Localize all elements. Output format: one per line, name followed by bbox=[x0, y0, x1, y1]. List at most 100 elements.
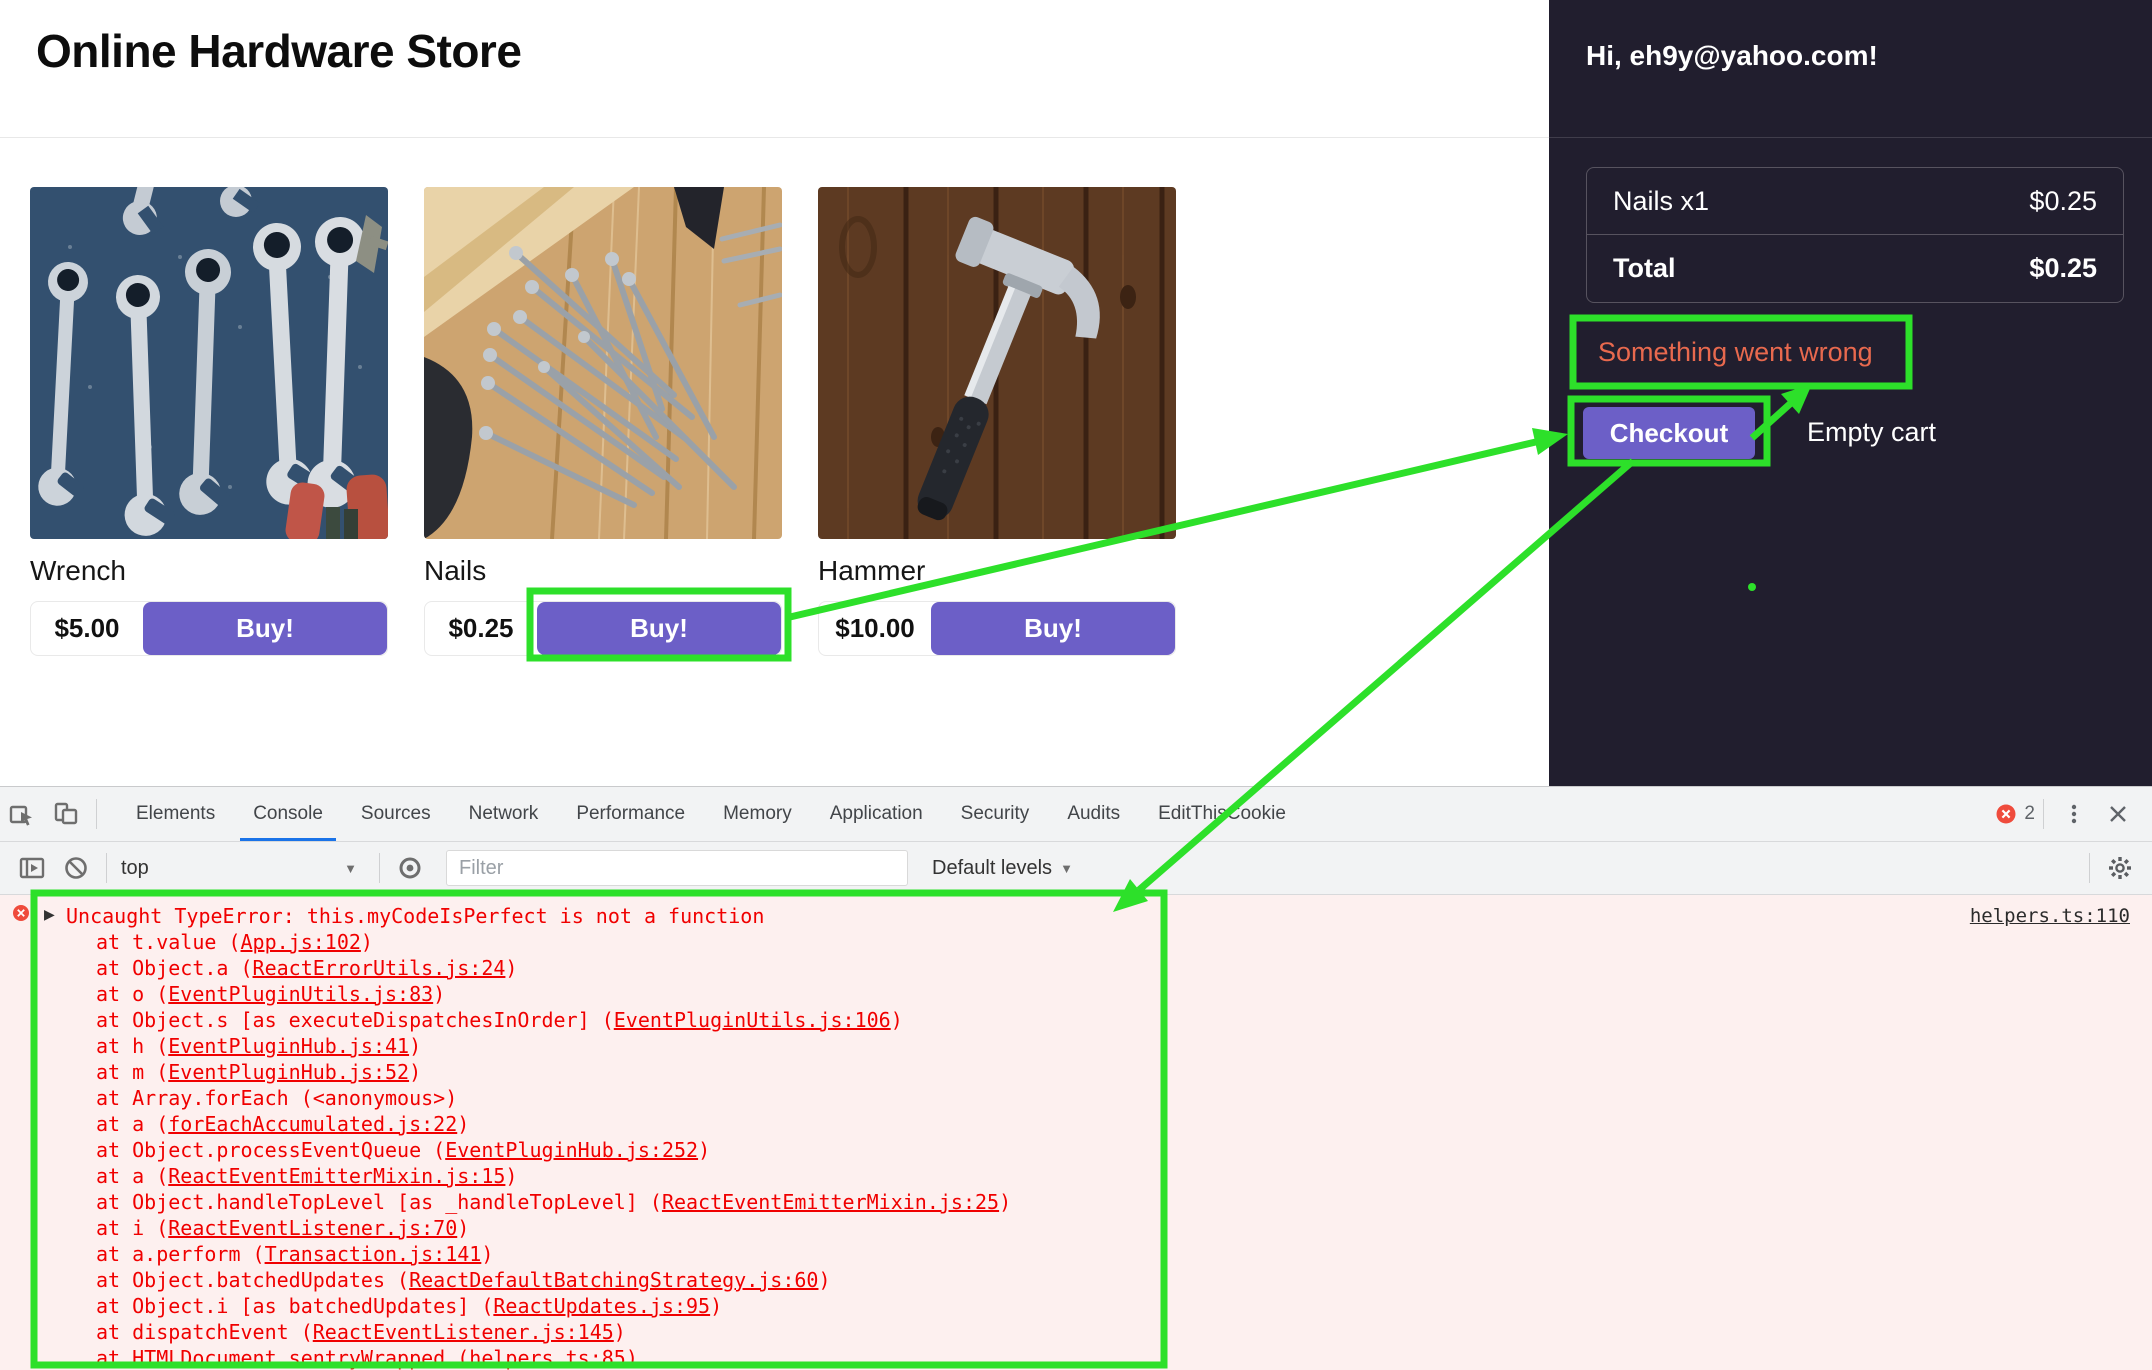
console-output: ▶ Uncaught TypeError: this.myCodeIsPerfe… bbox=[0, 895, 2152, 1370]
divider bbox=[379, 853, 380, 883]
tab-elements[interactable]: Elements bbox=[117, 787, 234, 841]
stack-frame: at a.perform (Transaction.js:141) bbox=[0, 1241, 2152, 1267]
execution-context-selector[interactable]: top ▼ bbox=[121, 857, 371, 880]
product-card-nails: Nails $0.25 Buy! bbox=[424, 187, 782, 656]
stack-frame: at a (forEachAccumulated.js:22) bbox=[0, 1111, 2152, 1137]
product-card-hammer: Hammer $10.00 Buy! bbox=[818, 187, 1176, 656]
error-message-text: Uncaught TypeError: this.myCodeIsPerfect… bbox=[66, 904, 764, 928]
divider bbox=[2089, 853, 2090, 883]
empty-cart-button[interactable]: Empty cart bbox=[1807, 417, 1936, 448]
checkout-button[interactable]: Checkout bbox=[1583, 407, 1755, 459]
buy-row: $5.00 Buy! bbox=[30, 601, 388, 656]
source-link[interactable]: EventPluginHub.js:252 bbox=[445, 1138, 698, 1162]
source-link[interactable]: ReactDefaultBatchingStrategy.js:60 bbox=[409, 1268, 818, 1292]
stack-frame: at Object.a (ReactErrorUtils.js:24) bbox=[0, 955, 2152, 981]
tab-audits[interactable]: Audits bbox=[1048, 787, 1139, 841]
log-levels-label: Default levels bbox=[932, 857, 1052, 880]
source-link[interactable]: EventPluginUtils.js:83 bbox=[168, 982, 433, 1006]
cart-error-message: Something went wrong bbox=[1598, 337, 1873, 368]
buy-button-nails[interactable]: Buy! bbox=[537, 602, 781, 655]
buy-button-wrench[interactable]: Buy! bbox=[143, 602, 387, 655]
error-icon bbox=[1995, 803, 2017, 825]
stack-frame: at i (ReactEventListener.js:70) bbox=[0, 1215, 2152, 1241]
product-price: $5.00 bbox=[31, 602, 143, 655]
log-levels-dropdown[interactable]: Default levels ▼ bbox=[932, 857, 1073, 880]
product-name: Nails bbox=[424, 555, 782, 587]
product-name: Hammer bbox=[818, 555, 1176, 587]
stack-frame: at Object.handleTopLevel [as _handleTopL… bbox=[0, 1189, 2152, 1215]
source-link[interactable]: helpers.ts:85 bbox=[469, 1346, 626, 1370]
console-toolbar: top ▼ Default levels ▼ bbox=[0, 842, 2152, 895]
tab-sources[interactable]: Sources bbox=[342, 787, 450, 841]
devtools-menu-icon[interactable] bbox=[2052, 792, 2096, 836]
tab-memory[interactable]: Memory bbox=[704, 787, 811, 841]
stack-frame: at dispatchEvent (ReactEventListener.js:… bbox=[0, 1319, 2152, 1345]
screen: Online Hardware Store bbox=[0, 0, 2152, 1370]
source-link[interactable]: EventPluginUtils.js:106 bbox=[614, 1008, 891, 1032]
tab-performance[interactable]: Performance bbox=[557, 787, 704, 841]
product-price: $0.25 bbox=[425, 602, 537, 655]
console-sidebar-icon[interactable] bbox=[10, 846, 54, 890]
source-link[interactable]: ReactEventEmitterMixin.js:15 bbox=[168, 1164, 505, 1188]
devtools-tabbar: ElementsConsoleSourcesNetworkPerformance… bbox=[0, 787, 2152, 842]
error-count: 2 bbox=[2024, 803, 2035, 825]
product-price: $10.00 bbox=[819, 602, 931, 655]
tab-console[interactable]: Console bbox=[234, 787, 342, 841]
stack-frame: at Object.batchedUpdates (ReactDefaultBa… bbox=[0, 1267, 2152, 1293]
tab-network[interactable]: Network bbox=[450, 787, 558, 841]
error-source-link[interactable]: helpers.ts:110 bbox=[1970, 903, 2130, 929]
cart-panel: Hi, eh9y@yahoo.com! Nails x1 $0.25 Total… bbox=[1549, 0, 2152, 786]
tab-security[interactable]: Security bbox=[942, 787, 1049, 841]
page-title: Online Hardware Store bbox=[36, 24, 521, 78]
divider bbox=[106, 853, 107, 883]
stack-frame: at HTMLDocument.sentryWrapped (helpers.t… bbox=[0, 1345, 2152, 1370]
tab-editthiscookie[interactable]: EditThisCookie bbox=[1139, 787, 1305, 841]
error-icon bbox=[12, 904, 30, 922]
stack-frame: at Object.s [as executeDispatchesInOrder… bbox=[0, 1007, 2152, 1033]
stack-frame: at Object.processEventQueue (EventPlugin… bbox=[0, 1137, 2152, 1163]
source-link[interactable]: ReactEventListener.js:70 bbox=[168, 1216, 457, 1240]
cart-table: Nails x1 $0.25 Total $0.25 bbox=[1586, 167, 2124, 303]
devtools-tabs: ElementsConsoleSourcesNetworkPerformance… bbox=[117, 787, 1305, 841]
product-name: Wrench bbox=[30, 555, 388, 587]
error-count-badge[interactable]: 2 bbox=[1995, 803, 2035, 825]
console-filter-input[interactable] bbox=[446, 850, 908, 886]
inspect-element-icon[interactable] bbox=[0, 792, 44, 836]
buy-button-hammer[interactable]: Buy! bbox=[931, 602, 1175, 655]
buy-row: $0.25 Buy! bbox=[424, 601, 782, 656]
hammer-product-photo bbox=[818, 187, 1176, 539]
divider bbox=[96, 799, 97, 829]
cart-item-price: $0.25 bbox=[2029, 186, 2097, 217]
tab-application[interactable]: Application bbox=[811, 787, 942, 841]
source-link[interactable]: App.js:102 bbox=[241, 930, 361, 954]
chevron-down-icon: ▼ bbox=[344, 861, 357, 876]
source-link[interactable]: ReactEventEmitterMixin.js:25 bbox=[662, 1190, 999, 1214]
stack-frame: at t.value (App.js:102) bbox=[0, 929, 2152, 955]
stack-frame: at h (EventPluginHub.js:41) bbox=[0, 1033, 2152, 1059]
devtools-close-icon[interactable] bbox=[2096, 792, 2140, 836]
nails-product-photo bbox=[424, 187, 782, 539]
divider bbox=[2043, 799, 2044, 829]
cart-item-row: Nails x1 $0.25 bbox=[1587, 168, 2123, 234]
expand-triangle-icon[interactable]: ▶ bbox=[44, 902, 55, 928]
wrench-product-photo bbox=[30, 187, 388, 539]
cart-item-label: Nails x1 bbox=[1613, 186, 1709, 217]
stack-frame: at Object.i [as batchedUpdates] (ReactUp… bbox=[0, 1293, 2152, 1319]
buy-row: $10.00 Buy! bbox=[818, 601, 1176, 656]
source-link[interactable]: Transaction.js:141 bbox=[265, 1242, 482, 1266]
live-expression-eye-icon[interactable] bbox=[388, 846, 432, 890]
source-link[interactable]: ReactUpdates.js:95 bbox=[493, 1294, 710, 1318]
product-card-wrench: Wrench $5.00 Buy! bbox=[30, 187, 388, 656]
source-link[interactable]: EventPluginHub.js:52 bbox=[168, 1060, 409, 1084]
context-label: top bbox=[121, 857, 149, 880]
source-link[interactable]: EventPluginHub.js:41 bbox=[168, 1034, 409, 1058]
source-link[interactable]: ReactErrorUtils.js:24 bbox=[253, 956, 506, 980]
stack-frame: at o (EventPluginUtils.js:83) bbox=[0, 981, 2152, 1007]
clear-console-icon[interactable] bbox=[54, 846, 98, 890]
console-settings-gear-icon[interactable] bbox=[2098, 846, 2142, 890]
panel-divider bbox=[1549, 137, 2152, 138]
source-link[interactable]: forEachAccumulated.js:22 bbox=[168, 1112, 457, 1136]
device-toolbar-icon[interactable] bbox=[44, 792, 88, 836]
source-link[interactable]: ReactEventListener.js:145 bbox=[313, 1320, 614, 1344]
cart-total-value: $0.25 bbox=[2029, 253, 2097, 284]
